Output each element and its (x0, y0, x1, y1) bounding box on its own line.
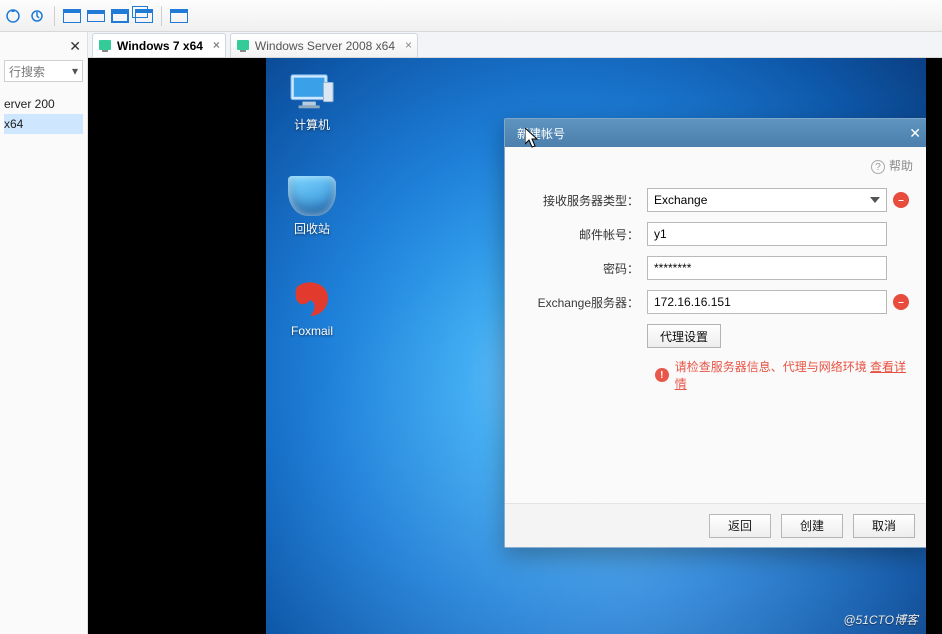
tab-ws2008[interactable]: Windows Server 2008 x64 × (230, 33, 418, 57)
server-type-error-icon: – (893, 192, 909, 208)
mouse-cursor-icon (525, 128, 539, 148)
vm-running-icon (99, 40, 111, 52)
label-mail-account: 邮件帐号： (521, 226, 647, 243)
exchange-server-input[interactable] (647, 290, 887, 314)
mail-account-input[interactable] (647, 222, 887, 246)
label-password: 密码： (521, 260, 647, 277)
dialog-close-icon[interactable]: ✕ (909, 125, 921, 142)
foxmail-new-account-dialog: 新建帐号 ✕ ?帮助 接收服务器类型： Exchange – (504, 118, 926, 548)
desktop-icon-computer[interactable]: 计算机 (276, 72, 348, 133)
sidebar-item-server2008[interactable]: erver 200 (4, 94, 83, 114)
tab-win7-close-icon[interactable]: × (213, 38, 220, 52)
server-type-select[interactable]: Exchange (647, 188, 887, 212)
win7-desktop[interactable]: 计算机 回收站 Foxmail 新建帐号 ✕ (266, 58, 926, 634)
create-button[interactable]: 创建 (781, 514, 843, 538)
tab-ws2008-label: Windows Server 2008 x64 (255, 39, 395, 53)
dialog-titlebar[interactable]: 新建帐号 ✕ (505, 119, 926, 147)
toolbar-view-unity-icon[interactable] (135, 7, 153, 25)
toolbar-resume-icon[interactable] (4, 7, 22, 25)
proxy-settings-button[interactable]: 代理设置 (647, 324, 721, 348)
toolbar-view-console-icon[interactable] (87, 7, 105, 25)
toolbar-snapshot-icon[interactable] (28, 7, 46, 25)
sidebar-search-placeholder: 行搜索 (9, 63, 45, 80)
computer-icon (288, 72, 336, 112)
back-button[interactable]: 返回 (709, 514, 771, 538)
label-server-type: 接收服务器类型： (521, 192, 647, 209)
vm-sidebar: ✕ 行搜索 ▾ erver 200 x64 (0, 32, 88, 634)
desktop-icon-recycle[interactable]: 回收站 (276, 176, 348, 237)
vm-tabstrip: Windows 7 x64 × Windows Server 2008 x64 … (88, 32, 942, 58)
help-icon: ? (871, 160, 885, 174)
cancel-button[interactable]: 取消 (853, 514, 915, 538)
watermark: @51CTO博客 (843, 611, 918, 628)
sidebar-item-x64[interactable]: x64 (4, 114, 83, 134)
dialog-footer: 返回 创建 取消 (505, 503, 926, 547)
desktop-icon-recycle-label: 回收站 (294, 220, 330, 237)
tab-ws2008-close-icon[interactable]: × (405, 38, 412, 52)
error-details-link[interactable]: 查看详情 (675, 360, 906, 391)
foxmail-icon (288, 280, 336, 320)
exchange-error-icon: – (893, 294, 909, 310)
sidebar-tree: erver 200 x64 (0, 88, 87, 140)
desktop-icon-foxmail-label: Foxmail (291, 324, 333, 338)
search-dropdown-icon: ▾ (72, 64, 78, 78)
error-icon: ! (655, 368, 669, 382)
vm-viewport: 计算机 回收站 Foxmail 新建帐号 ✕ (88, 58, 942, 634)
tab-win7[interactable]: Windows 7 x64 × (92, 33, 226, 57)
vm-running-icon (237, 40, 249, 52)
error-message: ! 请检查服务器信息、代理与网络环境 查看详情 (655, 358, 913, 392)
sidebar-search[interactable]: 行搜索 ▾ (4, 60, 83, 82)
toolbar-view-single-icon[interactable] (63, 7, 81, 25)
desktop-icon-computer-label: 计算机 (294, 116, 330, 133)
recycle-bin-icon (288, 176, 336, 216)
password-input[interactable] (647, 256, 887, 280)
toolbar-view-fullscreen-icon[interactable] (111, 7, 129, 25)
tab-win7-label: Windows 7 x64 (117, 39, 203, 53)
vmware-toolbar (0, 0, 942, 32)
label-exchange-server: Exchange服务器： (521, 294, 647, 311)
help-link[interactable]: ?帮助 (521, 157, 913, 174)
sidebar-close-icon[interactable]: ✕ (69, 38, 81, 55)
desktop-icon-foxmail[interactable]: Foxmail (276, 280, 348, 338)
toolbar-view-thumb-icon[interactable] (170, 7, 188, 25)
